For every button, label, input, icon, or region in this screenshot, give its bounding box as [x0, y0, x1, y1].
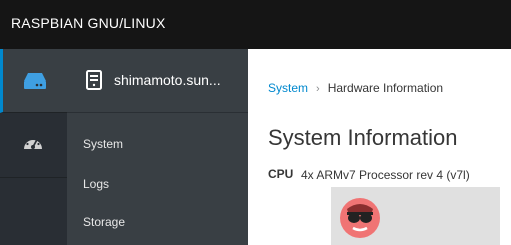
cpu-label: CPU — [268, 167, 294, 181]
page-title: System Information — [268, 125, 458, 150]
server-icon — [24, 73, 46, 89]
side-nav: shimamoto.sun... System Logs Storage — [67, 49, 248, 245]
sidebar-item-system[interactable]: System — [83, 137, 123, 151]
sidebar-item-logs[interactable]: Logs — [83, 177, 109, 191]
sidebar-item-storage[interactable]: Storage — [83, 215, 125, 229]
host-switcher-button[interactable] — [0, 49, 67, 113]
icon-rail — [0, 49, 67, 245]
breadcrumb-separator: › — [316, 83, 320, 95]
breadcrumb-current: Hardware Information — [327, 81, 444, 95]
avatar-overlay — [331, 187, 500, 245]
cpu-value: 4x ARMv7 Processor rev 4 (v7l) — [301, 168, 470, 182]
dashboard-gauge-icon — [24, 136, 42, 149]
dashboard-button[interactable] — [0, 114, 67, 178]
breadcrumb: System › Hardware Information — [268, 81, 443, 95]
breadcrumb-system-link[interactable]: System — [268, 81, 308, 95]
host-name: shimamoto.sun... — [114, 72, 221, 88]
document-server-icon — [86, 70, 102, 90]
sunglasses-avatar-icon — [340, 198, 380, 238]
brand-title: RASPBIAN GNU/LINUX — [11, 15, 166, 31]
host-header[interactable]: shimamoto.sun... — [67, 49, 248, 113]
top-bar: RASPBIAN GNU/LINUX — [0, 0, 511, 49]
